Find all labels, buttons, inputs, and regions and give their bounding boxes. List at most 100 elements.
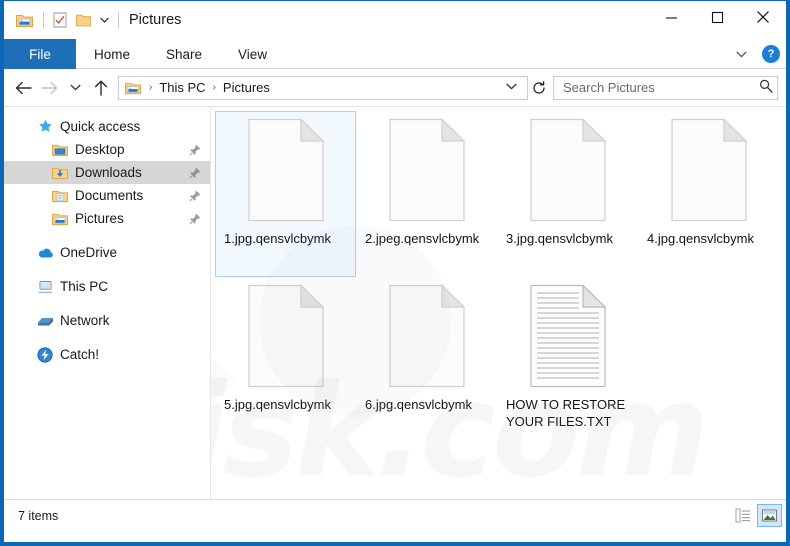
file-name: 5.jpg.qensvlcbymk [224,397,331,412]
file-item[interactable]: 2.jpeg.qensvlcbymk [356,111,497,277]
title-bar: Pictures [4,1,786,39]
search-icon[interactable] [756,79,773,96]
expand-ribbon-chevron-icon[interactable] [730,43,752,65]
file-item[interactable]: 4.jpg.qensvlcbymk [638,111,779,277]
file-list-pane[interactable]: 1.jpg.qensvlcbymk 2.jpeg.qensvlcbymk 3.j… [211,107,786,499]
title-separator [118,12,119,28]
pin-icon[interactable] [188,189,202,203]
file-explorer-window: Pictures File Home Share View ? › This P… [0,0,790,546]
blank-document-icon [245,284,327,388]
blank-document-icon [386,118,468,222]
properties-icon[interactable] [50,10,70,30]
file-name: 4.jpg.qensvlcbymk [647,231,754,246]
sidebar-item-onedrive[interactable]: OneDrive [4,241,210,264]
breadcrumb-separator-1[interactable]: › [208,82,221,93]
sidebar-item-downloads[interactable]: Downloads [4,161,210,184]
pictures-folder-icon [51,210,69,228]
sidebar-item-catch[interactable]: Catch! [4,343,210,366]
view-toggle-group [730,504,782,527]
breadcrumb-item-pictures[interactable]: Pictures [221,80,272,95]
blank-document-icon [668,118,750,222]
catch-lightning-icon [36,346,54,364]
up-button[interactable] [88,75,114,101]
maximize-button[interactable] [694,1,740,33]
documents-folder-icon [51,187,69,205]
blank-document-icon [527,118,609,222]
network-icon [36,312,54,330]
breadcrumb-separator-0[interactable]: › [144,82,157,93]
forward-button[interactable] [36,75,62,101]
sidebar-label-network: Network [60,313,110,328]
sidebar-label-this-pc: This PC [60,279,109,294]
toolbar-separator [43,12,44,28]
customize-quick-access-chevron-icon[interactable] [96,11,112,29]
text-document-icon [527,284,609,388]
sidebar-label-catch: Catch! [60,347,100,362]
file-grid: 1.jpg.qensvlcbymk 2.jpeg.qensvlcbymk 3.j… [215,111,786,499]
downloads-folder-icon [51,164,69,182]
close-button[interactable] [740,1,786,33]
file-item[interactable]: 5.jpg.qensvlcbymk [215,277,356,443]
sidebar-label-desktop: Desktop [75,142,125,157]
pin-icon[interactable] [188,143,202,157]
file-item[interactable]: HOW TO RESTORE YOUR FILES.TXT [497,277,638,443]
file-name: 2.jpeg.qensvlcbymk [365,231,480,246]
blank-document-icon [245,118,327,222]
back-button[interactable] [10,75,36,101]
details-view-button[interactable] [730,504,755,527]
status-bar: 7 items [4,499,786,531]
breadcrumb-dropdown-chevron-icon[interactable] [500,82,523,93]
tab-view[interactable]: View [220,39,285,69]
window-controls [648,1,786,33]
sidebar-item-desktop[interactable]: Desktop [4,138,210,161]
sidebar-label-onedrive: OneDrive [60,245,118,260]
pin-icon[interactable] [188,212,202,226]
ribbon-controls: ? [730,39,780,69]
sidebar-item-quick-access[interactable]: Quick access [4,115,210,138]
new-folder-icon[interactable] [73,10,93,30]
explorer-body: pcrisk.com Quick access Desktop [4,107,786,499]
search-box[interactable] [553,75,778,100]
address-bar: › This PC › Pictures [4,69,786,107]
ribbon-tab-bar: File Home Share View ? [4,39,786,69]
refresh-button[interactable] [528,76,550,100]
tab-home[interactable]: Home [76,39,148,69]
breadcrumb-item-this-pc[interactable]: This PC [157,80,207,95]
sidebar-label-documents: Documents [75,188,144,203]
file-item[interactable]: 1.jpg.qensvlcbymk [215,111,356,277]
breadcrumb-pictures-folder-icon [124,79,142,97]
tab-share[interactable]: Share [148,39,220,69]
sidebar-label-quick-access: Quick access [60,119,141,134]
star-icon [36,118,54,136]
pin-icon[interactable] [188,166,202,180]
sidebar-item-network[interactable]: Network [4,309,210,332]
onedrive-cloud-icon [36,244,54,262]
navigation-pane: Quick access Desktop Downloads Documents… [4,107,211,499]
minimize-button[interactable] [648,1,694,33]
file-name: 1.jpg.qensvlcbymk [224,231,331,246]
sidebar-item-this-pc[interactable]: This PC [4,275,210,298]
file-name: HOW TO RESTORE YOUR FILES.TXT [506,397,626,429]
recent-locations-chevron-icon[interactable] [62,75,88,101]
search-input[interactable] [561,79,756,96]
pictures-folder-icon[interactable] [14,10,34,30]
help-button[interactable]: ? [762,45,780,63]
sidebar-item-pictures[interactable]: Pictures [4,207,210,230]
sidebar-item-documents[interactable]: Documents [4,184,210,207]
sidebar-label-pictures: Pictures [75,211,124,226]
window-title: Pictures [129,12,182,28]
file-item[interactable]: 6.jpg.qensvlcbymk [356,277,497,443]
this-pc-icon [36,278,54,296]
sidebar-label-downloads: Downloads [75,165,142,180]
breadcrumb[interactable]: › This PC › Pictures [118,75,528,100]
file-name: 6.jpg.qensvlcbymk [365,397,472,412]
file-item[interactable]: 3.jpg.qensvlcbymk [497,111,638,277]
desktop-folder-icon [51,141,69,159]
large-icons-view-button[interactable] [757,504,782,527]
tab-file[interactable]: File [4,39,76,69]
blank-document-icon [386,284,468,388]
